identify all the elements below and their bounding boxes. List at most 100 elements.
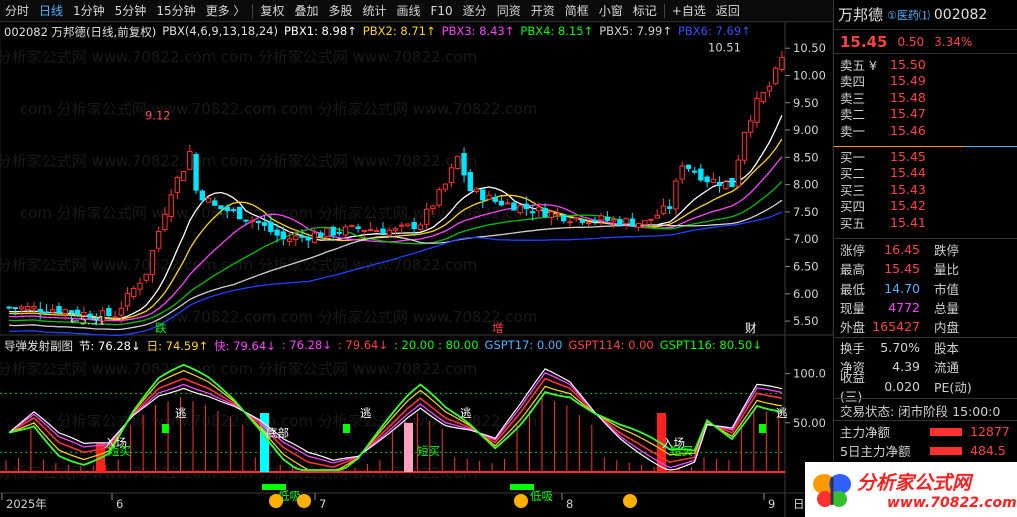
smiley-icon: [623, 494, 637, 508]
stock-tags[interactable]: ①医药⑴: [887, 7, 930, 23]
orderbook-row[interactable]: 卖五 ¥15.50: [834, 56, 1017, 73]
candle-body: [193, 153, 199, 191]
orderbook-sell: 卖五 ¥15.50 卖四 15.49 卖三 15.48 卖二 15.47 卖一 15.46: [834, 56, 1017, 139]
sub-indicator-header: 导弹发射副图 节: 76.28↓ 日: 74.59↑ 快: 79.64↓: 76.2…: [4, 338, 762, 354]
toolbar-item[interactable]: 返回: [711, 0, 745, 22]
candle-body: [504, 202, 511, 205]
toolbar-item[interactable]: 简框: [560, 0, 594, 22]
price-axis-label: 7.00: [793, 232, 819, 246]
stock-code: 002082: [933, 6, 988, 23]
candle-body: [261, 222, 268, 226]
watermark-text: com 分析家公式网 www.70822.com com 分析家公式网 www.…: [0, 360, 477, 378]
candle-body: [754, 97, 760, 123]
toolbar-item[interactable]: 开资: [526, 0, 560, 22]
toolbar-item[interactable]: 复权: [255, 0, 289, 22]
toolbar-item[interactable]: 更多 〉: [201, 0, 251, 22]
quote-header: 万邦德 ①医药⑴ 002082: [834, 0, 1017, 30]
toolbar-item[interactable]: +自选: [667, 0, 711, 22]
toolbar-item[interactable]: 画线: [391, 0, 425, 22]
signal-square: [510, 484, 534, 490]
toolbar-item[interactable]: 同资: [492, 0, 526, 22]
last-price: 15.45: [840, 32, 888, 51]
candle-body: [374, 230, 380, 233]
candle-body: [286, 238, 293, 243]
candle-body: [162, 213, 168, 231]
toolbar-item[interactable]: 多股: [323, 0, 357, 22]
toolbar-item[interactable]: F10: [426, 0, 458, 22]
quote-panel: 万邦德 ①医药⑴ 002082 15.45 0.50 3.34% 卖五 ¥15.…: [833, 0, 1017, 517]
indicator-name[interactable]: PBX(4,6,9,13,18,24): [162, 24, 278, 40]
candle-body: [392, 228, 399, 231]
candle-body: [548, 211, 554, 218]
candle-body: [417, 224, 424, 230]
candle-body: [610, 218, 617, 222]
quote-stats: 涨停 16.45 跌停 最高 15.45 量比 最低 14.70 市值 现量 4772 总量 外盘 165…: [834, 240, 1017, 336]
candle-body: [143, 273, 149, 281]
main-indicator-header: 002082 万邦德(日线,前复权) PBX(4,6,9,13,18,24) P…: [4, 24, 751, 40]
candle-body: [137, 282, 143, 290]
toolbar-item[interactable]: 逐分: [458, 0, 492, 22]
candle-body: [473, 188, 480, 193]
candle-body: [399, 224, 405, 227]
sub-axis-label: 50.00: [793, 416, 826, 430]
price-axis-label: 9.50: [793, 96, 819, 110]
net-flow-row: 主力净额 12877: [840, 424, 1010, 440]
candle-body: [561, 214, 567, 222]
sub-chart-title[interactable]: 导弹发射副图: [4, 338, 73, 354]
stat-row: 换手 5.70% 股本: [840, 340, 960, 357]
orderbook-row[interactable]: 买五 15.41: [834, 214, 1017, 231]
orderbook-row[interactable]: 买三 15.43: [834, 181, 1017, 198]
orderbook-row[interactable]: 买一 15.45: [834, 148, 1017, 165]
candle-body: [380, 228, 386, 235]
toolbar-item[interactable]: 小窗: [594, 0, 628, 22]
price-axis-label: 6.50: [793, 260, 819, 274]
indicator-value: : 20.00 : 80.00: [393, 338, 479, 352]
candle-body: [691, 170, 698, 173]
candle-body: [311, 232, 318, 243]
toolbar-item[interactable]: 日线: [34, 0, 68, 22]
orderbook-row[interactable]: 买四 15.42: [834, 198, 1017, 214]
orderbook-row[interactable]: 卖三 15.48: [834, 89, 1017, 106]
candle-body: [579, 219, 586, 223]
indicator-value: GSPT116: 80.50↓: [659, 338, 762, 352]
chart-canvas[interactable]: com 分析家公式网 www.70822.com com 分析家公式网 www.…: [0, 22, 833, 517]
sub-axis-label: 100.0: [793, 367, 826, 381]
signal-label: 逃: [175, 406, 187, 420]
candle-body: [741, 131, 748, 161]
smiley-icon: [297, 494, 311, 508]
indicator-value: 快: 79.64↓: [214, 339, 276, 353]
kline-chart-area[interactable]: com 分析家公式网 www.70822.com com 分析家公式网 www.…: [0, 22, 833, 517]
candle-body: [430, 205, 436, 210]
candle-body: [12, 306, 19, 309]
candle-body: [660, 205, 667, 214]
stat-row: 收益(三) 0.020 PE(动): [840, 370, 972, 405]
signal-square: [343, 424, 350, 433]
candle-body: [106, 308, 112, 316]
signal-square: [759, 424, 766, 433]
candle-body: [779, 56, 785, 70]
toolbar-item[interactable]: 1分钟: [68, 0, 110, 22]
toolbar-item[interactable]: 统计: [357, 0, 391, 22]
toolbar-item[interactable]: 分时: [0, 0, 34, 22]
candle-body: [542, 207, 548, 218]
orderbook-row[interactable]: 卖一 15.46: [834, 122, 1017, 139]
toolbar-item[interactable]: 标记: [628, 0, 662, 22]
event-marker: 增: [492, 321, 504, 335]
toolbar-item[interactable]: 15分钟: [151, 0, 200, 22]
indicator-value: : 79.64↓: [337, 338, 388, 352]
orderbook-row[interactable]: 卖四 15.49: [834, 73, 1017, 89]
date-axis-label-right: 日: [793, 497, 805, 511]
candle-body: [243, 219, 249, 222]
candle-body: [268, 221, 274, 232]
orderbook-row[interactable]: 买二 15.44: [834, 165, 1017, 181]
candle-body: [436, 189, 442, 206]
candle-body: [710, 178, 717, 183]
orderbook-row[interactable]: 卖二 15.47: [834, 106, 1017, 122]
candle-body: [212, 200, 218, 206]
candle-body: [386, 229, 392, 236]
toolbar-item[interactable]: 叠加: [289, 0, 323, 22]
candle-body: [255, 220, 262, 224]
top-right-annotation: 10.51: [708, 41, 741, 55]
toolbar-item[interactable]: 5分钟: [110, 0, 152, 22]
chart-title[interactable]: 002082 万邦德(日线,前复权): [4, 24, 156, 40]
